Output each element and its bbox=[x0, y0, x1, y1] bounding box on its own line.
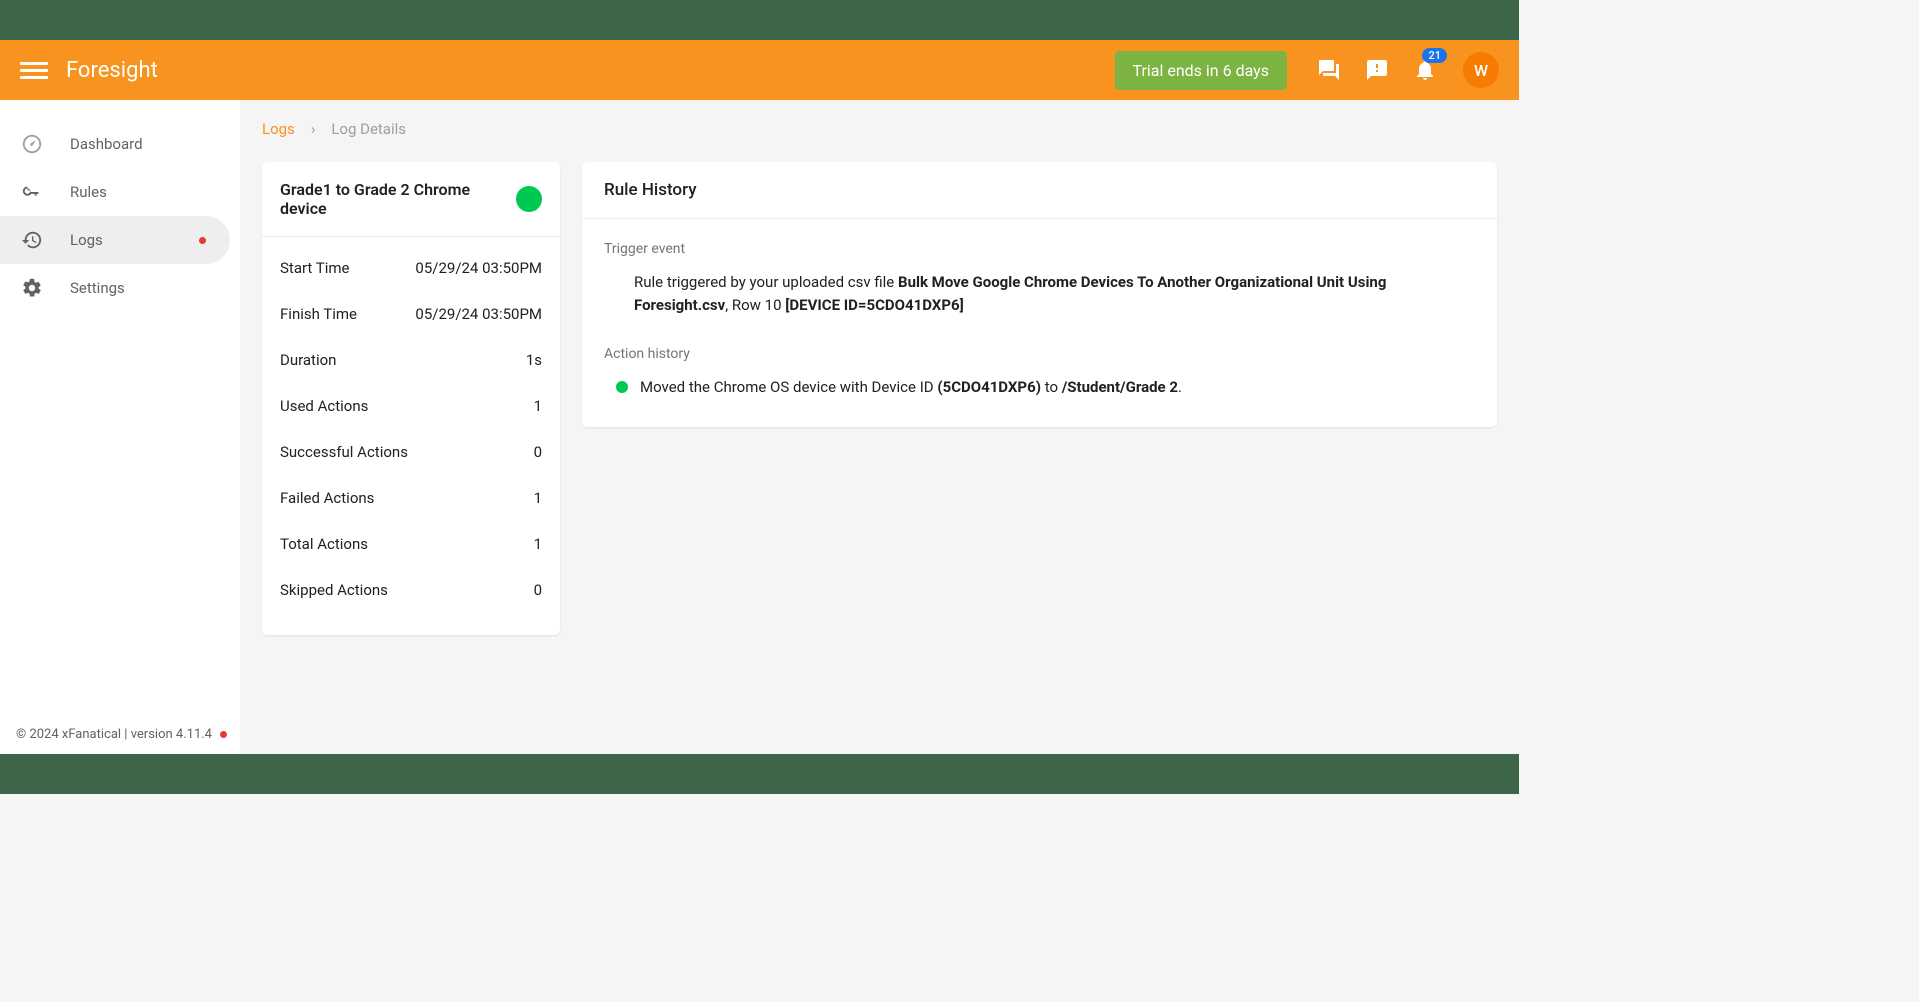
summary-row-value: 1s bbox=[526, 351, 542, 369]
summary-row: Total Actions 1 bbox=[280, 521, 542, 567]
sidebar-item-label: Settings bbox=[70, 279, 125, 297]
summary-row: Used Actions 1 bbox=[280, 383, 542, 429]
summary-row-value: 1 bbox=[534, 489, 542, 507]
log-title: Grade1 to Grade 2 Chrome device bbox=[280, 180, 516, 218]
gear-icon bbox=[20, 276, 44, 300]
status-indicator bbox=[516, 186, 542, 212]
sidebar-item-rules[interactable]: Rules bbox=[0, 168, 240, 216]
summary-row-label: Start Time bbox=[280, 259, 349, 277]
announcement-icon[interactable] bbox=[1363, 56, 1391, 84]
notification-count-badge: 21 bbox=[1422, 48, 1447, 63]
summary-row-value: 05/29/24 03:50PM bbox=[415, 259, 542, 277]
chevron-right-icon: › bbox=[311, 120, 316, 138]
action-history-label: Action history bbox=[604, 346, 1475, 362]
history-icon bbox=[20, 228, 44, 252]
summary-row-label: Used Actions bbox=[280, 397, 368, 415]
summary-row-label: Failed Actions bbox=[280, 489, 374, 507]
summary-row: Finish Time 05/29/24 03:50PM bbox=[280, 291, 542, 337]
summary-row-value: 0 bbox=[534, 443, 542, 461]
trigger-event-text: Rule triggered by your uploaded csv file… bbox=[604, 271, 1475, 316]
key-icon bbox=[20, 180, 44, 204]
top-border bbox=[0, 0, 1519, 40]
summary-row: Start Time 05/29/24 03:50PM bbox=[280, 245, 542, 291]
summary-row-value: 0 bbox=[534, 581, 542, 599]
sidebar-item-label: Logs bbox=[70, 231, 103, 249]
summary-row-label: Total Actions bbox=[280, 535, 368, 553]
notifications-icon[interactable]: 21 bbox=[1411, 56, 1439, 84]
summary-row-label: Finish Time bbox=[280, 305, 357, 323]
sidebar-item-logs[interactable]: Logs bbox=[0, 216, 230, 264]
menu-icon[interactable] bbox=[20, 56, 48, 84]
summary-row-label: Duration bbox=[280, 351, 336, 369]
sidebar-item-label: Dashboard bbox=[70, 135, 143, 153]
summary-row-value: 05/29/24 03:50PM bbox=[415, 305, 542, 323]
summary-row-label: Skipped Actions bbox=[280, 581, 388, 599]
breadcrumb: Logs › Log Details bbox=[262, 120, 1497, 138]
sidebar: Dashboard Rules Logs Settings © 2024 xFa… bbox=[0, 100, 240, 754]
summary-row-label: Successful Actions bbox=[280, 443, 408, 461]
indicator-dot bbox=[199, 237, 206, 244]
summary-row-value: 1 bbox=[534, 397, 542, 415]
breadcrumb-current: Log Details bbox=[331, 120, 406, 138]
speedometer-icon bbox=[20, 132, 44, 156]
main-content: Logs › Log Details Grade1 to Grade 2 Chr… bbox=[240, 100, 1519, 754]
action-history-item: Moved the Chrome OS device with Device I… bbox=[604, 376, 1475, 399]
chat-icon[interactable] bbox=[1315, 56, 1343, 84]
version-dot bbox=[220, 731, 227, 738]
summary-row: Skipped Actions 0 bbox=[280, 567, 542, 613]
rule-history-title: Rule History bbox=[582, 162, 1497, 219]
summary-card: Grade1 to Grade 2 Chrome device Start Ti… bbox=[262, 162, 560, 635]
app-title: Foresight bbox=[66, 58, 1115, 83]
header-bar: Foresight Trial ends in 6 days 21 W bbox=[0, 40, 1519, 100]
trigger-event-label: Trigger event bbox=[604, 241, 1475, 257]
summary-row-value: 1 bbox=[534, 535, 542, 553]
summary-row: Duration 1s bbox=[280, 337, 542, 383]
bottom-border bbox=[0, 754, 1519, 794]
trial-badge[interactable]: Trial ends in 6 days bbox=[1115, 51, 1288, 90]
avatar[interactable]: W bbox=[1463, 52, 1499, 88]
sidebar-footer: © 2024 xFanatical | version 4.11.4 bbox=[16, 727, 227, 742]
summary-row: Failed Actions 1 bbox=[280, 475, 542, 521]
summary-row: Successful Actions 0 bbox=[280, 429, 542, 475]
success-dot-icon bbox=[616, 381, 628, 393]
breadcrumb-link-logs[interactable]: Logs bbox=[262, 120, 295, 138]
sidebar-item-label: Rules bbox=[70, 183, 107, 201]
sidebar-item-dashboard[interactable]: Dashboard bbox=[0, 120, 240, 168]
rule-history-card: Rule History Trigger event Rule triggere… bbox=[582, 162, 1497, 427]
sidebar-item-settings[interactable]: Settings bbox=[0, 264, 240, 312]
